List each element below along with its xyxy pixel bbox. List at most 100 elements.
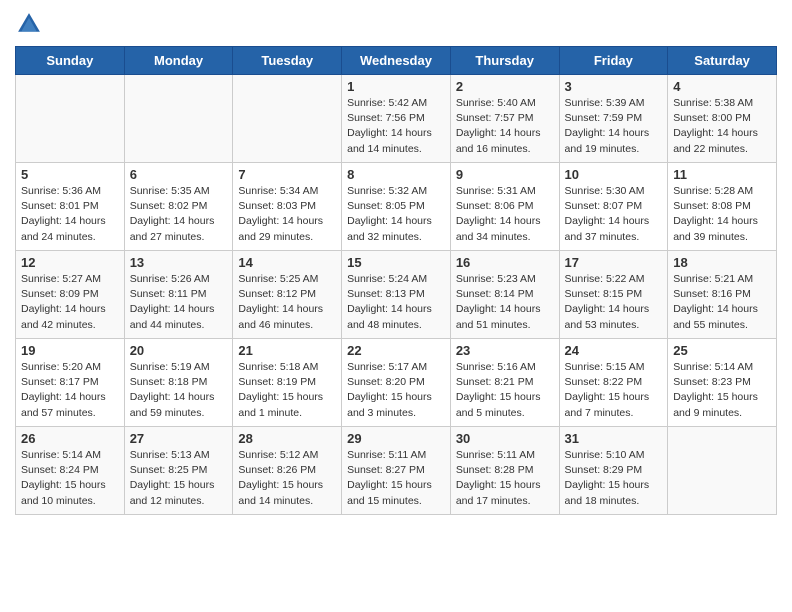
day-number: 26 — [21, 431, 119, 446]
day-info: Sunrise: 5:25 AM Sunset: 8:12 PM Dayligh… — [238, 272, 336, 333]
calendar-cell: 27Sunrise: 5:13 AM Sunset: 8:25 PM Dayli… — [124, 427, 233, 515]
calendar-cell: 12Sunrise: 5:27 AM Sunset: 8:09 PM Dayli… — [16, 251, 125, 339]
day-info: Sunrise: 5:21 AM Sunset: 8:16 PM Dayligh… — [673, 272, 771, 333]
day-number: 8 — [347, 167, 445, 182]
calendar-cell: 29Sunrise: 5:11 AM Sunset: 8:27 PM Dayli… — [342, 427, 451, 515]
calendar-week-3: 12Sunrise: 5:27 AM Sunset: 8:09 PM Dayli… — [16, 251, 777, 339]
calendar-cell: 30 Sunrise: 5:11 AM Sunset: 8:28 PM Dayli… — [450, 427, 559, 515]
calendar-cell: 22 Sunrise: 5:17 AM Sunset: 8:20 PM Dayli… — [342, 339, 451, 427]
day-info: Sunrise: 5:11 AM Sunset: 8:27 PM Dayligh… — [347, 448, 445, 509]
calendar-cell: 18 Sunrise: 5:21 AM Sunset: 8:16 PM Dayli… — [668, 251, 777, 339]
day-info: Sunrise: 5:36 AM Sunset: 8:01 PM Dayligh… — [21, 184, 119, 245]
day-number: 25 — [673, 343, 771, 358]
day-number: 27 — [130, 431, 228, 446]
day-info: Sunrise: 5:24 AM Sunset: 8:13 PM Dayligh… — [347, 272, 445, 333]
calendar-cell: 15 Sunrise: 5:24 AM Sunset: 8:13 PM Dayli… — [342, 251, 451, 339]
day-number: 30 — [456, 431, 554, 446]
day-number: 16 — [456, 255, 554, 270]
calendar-cell: 5 Sunrise: 5:36 AM Sunset: 8:01 PM Daylig… — [16, 163, 125, 251]
calendar-cell: 13Sunrise: 5:26 AM Sunset: 8:11 PM Dayli… — [124, 251, 233, 339]
calendar-cell: 28 Sunrise: 5:12 AM Sunset: 8:26 PM Dayli… — [233, 427, 342, 515]
day-number: 12 — [21, 255, 119, 270]
day-number: 21 — [238, 343, 336, 358]
day-number: 24 — [565, 343, 663, 358]
day-number: 15 — [347, 255, 445, 270]
calendar-cell: 9 Sunrise: 5:31 AM Sunset: 8:06 PM Daylig… — [450, 163, 559, 251]
calendar-cell: 14 Sunrise: 5:25 AM Sunset: 8:12 PM Dayli… — [233, 251, 342, 339]
day-info: Sunrise: 5:11 AM Sunset: 8:28 PM Dayligh… — [456, 448, 554, 509]
calendar-cell: 25 Sunrise: 5:14 AM Sunset: 8:23 PM Dayli… — [668, 339, 777, 427]
day-info: Sunrise: 5:31 AM Sunset: 8:06 PM Dayligh… — [456, 184, 554, 245]
day-info: Sunrise: 5:14 AM Sunset: 8:24 PM Dayligh… — [21, 448, 119, 509]
calendar-cell — [124, 75, 233, 163]
col-header-tuesday: Tuesday — [233, 47, 342, 75]
day-info: Sunrise: 5:32 AM Sunset: 8:05 PM Dayligh… — [347, 184, 445, 245]
day-info: Sunrise: 5:30 AM Sunset: 8:07 PM Dayligh… — [565, 184, 663, 245]
day-info: Sunrise: 5:15 AM Sunset: 8:22 PM Dayligh… — [565, 360, 663, 421]
col-header-friday: Friday — [559, 47, 668, 75]
day-info: Sunrise: 5:35 AM Sunset: 8:02 PM Dayligh… — [130, 184, 228, 245]
day-number: 20 — [130, 343, 228, 358]
day-info: Sunrise: 5:17 AM Sunset: 8:20 PM Dayligh… — [347, 360, 445, 421]
day-number: 31 — [565, 431, 663, 446]
col-header-saturday: Saturday — [668, 47, 777, 75]
calendar-cell: 4 Sunrise: 5:38 AM Sunset: 8:00 PM Daylig… — [668, 75, 777, 163]
day-number: 18 — [673, 255, 771, 270]
day-number: 28 — [238, 431, 336, 446]
calendar-cell: 2Sunrise: 5:40 AM Sunset: 7:57 PM Daylig… — [450, 75, 559, 163]
col-header-thursday: Thursday — [450, 47, 559, 75]
day-number: 5 — [21, 167, 119, 182]
page-header — [15, 10, 777, 38]
calendar-cell: 19Sunrise: 5:20 AM Sunset: 8:17 PM Dayli… — [16, 339, 125, 427]
col-header-wednesday: Wednesday — [342, 47, 451, 75]
logo-icon — [15, 10, 43, 38]
day-number: 23 — [456, 343, 554, 358]
day-number: 19 — [21, 343, 119, 358]
day-info: Sunrise: 5:26 AM Sunset: 8:11 PM Dayligh… — [130, 272, 228, 333]
calendar-week-1: 1Sunrise: 5:42 AM Sunset: 7:56 PM Daylig… — [16, 75, 777, 163]
day-number: 9 — [456, 167, 554, 182]
logo — [15, 10, 47, 38]
calendar-cell: 1Sunrise: 5:42 AM Sunset: 7:56 PM Daylig… — [342, 75, 451, 163]
day-info: Sunrise: 5:14 AM Sunset: 8:23 PM Dayligh… — [673, 360, 771, 421]
calendar-cell: 7Sunrise: 5:34 AM Sunset: 8:03 PM Daylig… — [233, 163, 342, 251]
day-number: 17 — [565, 255, 663, 270]
day-info: Sunrise: 5:34 AM Sunset: 8:03 PM Dayligh… — [238, 184, 336, 245]
calendar-cell: 16 Sunrise: 5:23 AM Sunset: 8:14 PM Dayli… — [450, 251, 559, 339]
calendar-week-2: 5 Sunrise: 5:36 AM Sunset: 8:01 PM Daylig… — [16, 163, 777, 251]
day-info: Sunrise: 5:22 AM Sunset: 8:15 PM Dayligh… — [565, 272, 663, 333]
calendar-cell — [233, 75, 342, 163]
calendar-cell: 23 Sunrise: 5:16 AM Sunset: 8:21 PM Dayli… — [450, 339, 559, 427]
calendar-cell: 24 Sunrise: 5:15 AM Sunset: 8:22 PM Dayli… — [559, 339, 668, 427]
col-header-sunday: Sunday — [16, 47, 125, 75]
calendar-cell: 21 Sunrise: 5:18 AM Sunset: 8:19 PM Dayli… — [233, 339, 342, 427]
day-info: Sunrise: 5:28 AM Sunset: 8:08 PM Dayligh… — [673, 184, 771, 245]
day-info: Sunrise: 5:23 AM Sunset: 8:14 PM Dayligh… — [456, 272, 554, 333]
day-number: 14 — [238, 255, 336, 270]
calendar-cell: 3 Sunrise: 5:39 AM Sunset: 7:59 PM Daylig… — [559, 75, 668, 163]
day-number: 11 — [673, 167, 771, 182]
day-info: Sunrise: 5:19 AM Sunset: 8:18 PM Dayligh… — [130, 360, 228, 421]
day-number: 4 — [673, 79, 771, 94]
calendar-cell — [668, 427, 777, 515]
day-number: 1 — [347, 79, 445, 94]
calendar-cell: 10 Sunrise: 5:30 AM Sunset: 8:07 PM Dayli… — [559, 163, 668, 251]
day-info: Sunrise: 5:18 AM Sunset: 8:19 PM Dayligh… — [238, 360, 336, 421]
day-info: Sunrise: 5:12 AM Sunset: 8:26 PM Dayligh… — [238, 448, 336, 509]
calendar-cell: 6 Sunrise: 5:35 AM Sunset: 8:02 PM Daylig… — [124, 163, 233, 251]
day-info: Sunrise: 5:38 AM Sunset: 8:00 PM Dayligh… — [673, 96, 771, 157]
calendar-week-4: 19Sunrise: 5:20 AM Sunset: 8:17 PM Dayli… — [16, 339, 777, 427]
calendar-table: SundayMondayTuesdayWednesdayThursdayFrid… — [15, 46, 777, 515]
calendar-cell: 20 Sunrise: 5:19 AM Sunset: 8:18 PM Dayli… — [124, 339, 233, 427]
day-number: 22 — [347, 343, 445, 358]
day-info: Sunrise: 5:40 AM Sunset: 7:57 PM Dayligh… — [456, 96, 554, 157]
calendar-cell: 26 Sunrise: 5:14 AM Sunset: 8:24 PM Dayli… — [16, 427, 125, 515]
day-info: Sunrise: 5:16 AM Sunset: 8:21 PM Dayligh… — [456, 360, 554, 421]
calendar-cell — [16, 75, 125, 163]
day-number: 6 — [130, 167, 228, 182]
day-number: 10 — [565, 167, 663, 182]
day-number: 3 — [565, 79, 663, 94]
calendar-cell: 8 Sunrise: 5:32 AM Sunset: 8:05 PM Daylig… — [342, 163, 451, 251]
col-header-monday: Monday — [124, 47, 233, 75]
day-info: Sunrise: 5:39 AM Sunset: 7:59 PM Dayligh… — [565, 96, 663, 157]
